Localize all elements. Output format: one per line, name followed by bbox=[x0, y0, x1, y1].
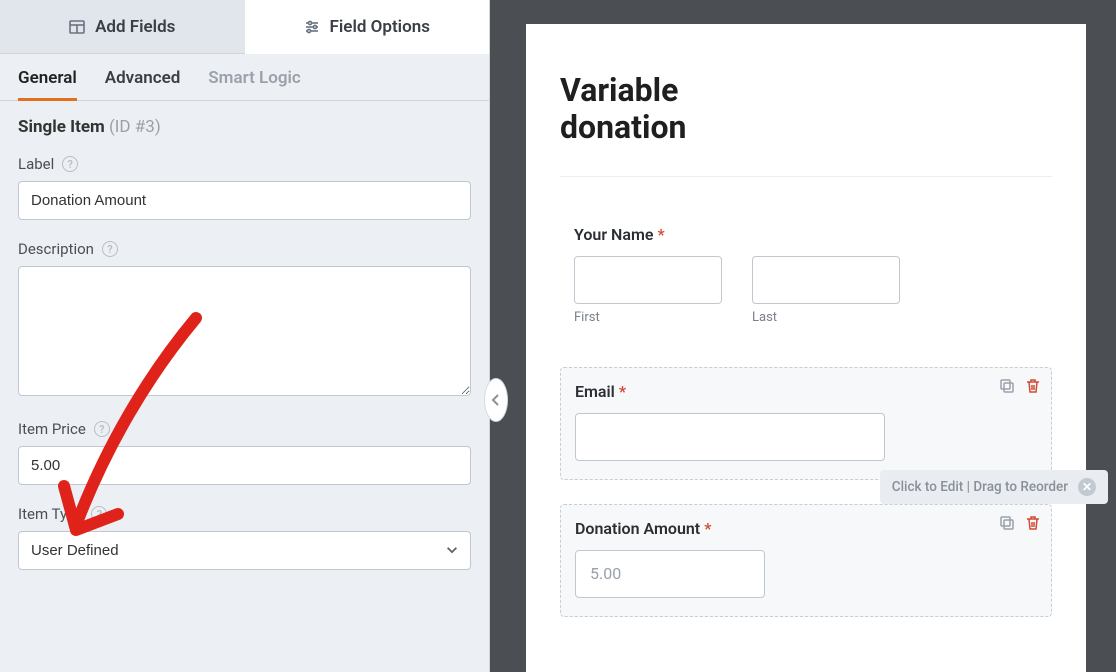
tab-label: Field Options bbox=[330, 17, 430, 37]
trash-icon[interactable] bbox=[1025, 378, 1041, 398]
duplicate-icon[interactable] bbox=[999, 378, 1015, 398]
close-icon[interactable]: ✕ bbox=[1078, 478, 1096, 496]
help-icon[interactable]: ? bbox=[62, 156, 78, 172]
description-textarea[interactable] bbox=[18, 266, 471, 396]
top-tabs: Add Fields Field Options bbox=[0, 0, 489, 54]
tab-label: Add Fields bbox=[95, 17, 175, 37]
item-type-select[interactable]: User Defined bbox=[18, 531, 471, 570]
label-text: Description bbox=[18, 240, 94, 258]
last-name-col: Last bbox=[752, 256, 900, 325]
field-label: Donation Amount* bbox=[575, 519, 1037, 538]
sub-tabs: General Advanced Smart Logic bbox=[0, 54, 489, 101]
field-donation-amount[interactable]: Donation Amount* 5.00 bbox=[560, 504, 1052, 617]
field-type-name: Single Item bbox=[18, 117, 105, 137]
sidebar-panel: Add Fields Field Options General Advance… bbox=[0, 0, 490, 672]
first-name-col: First bbox=[574, 256, 722, 325]
sub-tab-general[interactable]: General bbox=[18, 68, 77, 100]
tab-add-fields[interactable]: Add Fields bbox=[0, 0, 245, 54]
preview-canvas-wrap: Variabledonation Your Name* First Last bbox=[490, 0, 1116, 672]
sliders-icon bbox=[304, 19, 320, 35]
divider bbox=[560, 176, 1052, 177]
last-name-input[interactable] bbox=[752, 256, 900, 304]
field-your-name[interactable]: Your Name* First Last bbox=[560, 211, 1052, 343]
donation-amount-input[interactable]: 5.00 bbox=[575, 550, 765, 598]
first-name-input[interactable] bbox=[574, 256, 722, 304]
sub-tab-advanced[interactable]: Advanced bbox=[105, 68, 181, 100]
field-options-panel: Single Item (ID #3) Label ? Description … bbox=[0, 101, 489, 672]
label-text: Label bbox=[18, 155, 54, 173]
row-actions bbox=[999, 515, 1041, 535]
label-text: Item Type bbox=[18, 505, 83, 523]
field-email[interactable]: Email* bbox=[560, 367, 1052, 480]
help-icon[interactable]: ? bbox=[102, 241, 118, 257]
hint-text: Click to Edit | Drag to Reorder bbox=[892, 479, 1068, 495]
tab-field-options[interactable]: Field Options bbox=[245, 0, 490, 54]
sublabel-last: Last bbox=[752, 310, 900, 325]
item-price-input[interactable] bbox=[18, 446, 471, 485]
label-input[interactable] bbox=[18, 181, 471, 220]
collapse-sidebar-handle[interactable] bbox=[484, 378, 508, 422]
sub-tab-smart-logic[interactable]: Smart Logic bbox=[208, 68, 301, 100]
row-actions bbox=[999, 378, 1041, 398]
help-icon[interactable]: ? bbox=[94, 421, 110, 437]
help-icon[interactable]: ? bbox=[91, 506, 107, 522]
field-id: (ID #3) bbox=[109, 117, 161, 137]
group-item-price: Item Price ? bbox=[18, 420, 471, 485]
edit-hint-pill: Click to Edit | Drag to Reorder ✕ bbox=[880, 470, 1108, 504]
group-label: Label ? bbox=[18, 155, 471, 220]
field-label: Email* bbox=[575, 382, 1037, 401]
group-item-type: Item Type ? User Defined bbox=[18, 505, 471, 570]
email-input[interactable] bbox=[575, 413, 885, 461]
grid-icon bbox=[69, 19, 85, 35]
group-description: Description ? bbox=[18, 240, 471, 400]
form-canvas: Variabledonation Your Name* First Last bbox=[526, 24, 1086, 672]
label-text: Item Price bbox=[18, 420, 86, 438]
section-title: Single Item (ID #3) bbox=[18, 117, 471, 137]
trash-icon[interactable] bbox=[1025, 515, 1041, 535]
form-title: Variabledonation bbox=[560, 72, 1052, 146]
sublabel-first: First bbox=[574, 310, 722, 325]
duplicate-icon[interactable] bbox=[999, 515, 1015, 535]
field-label: Your Name* bbox=[574, 225, 1038, 244]
